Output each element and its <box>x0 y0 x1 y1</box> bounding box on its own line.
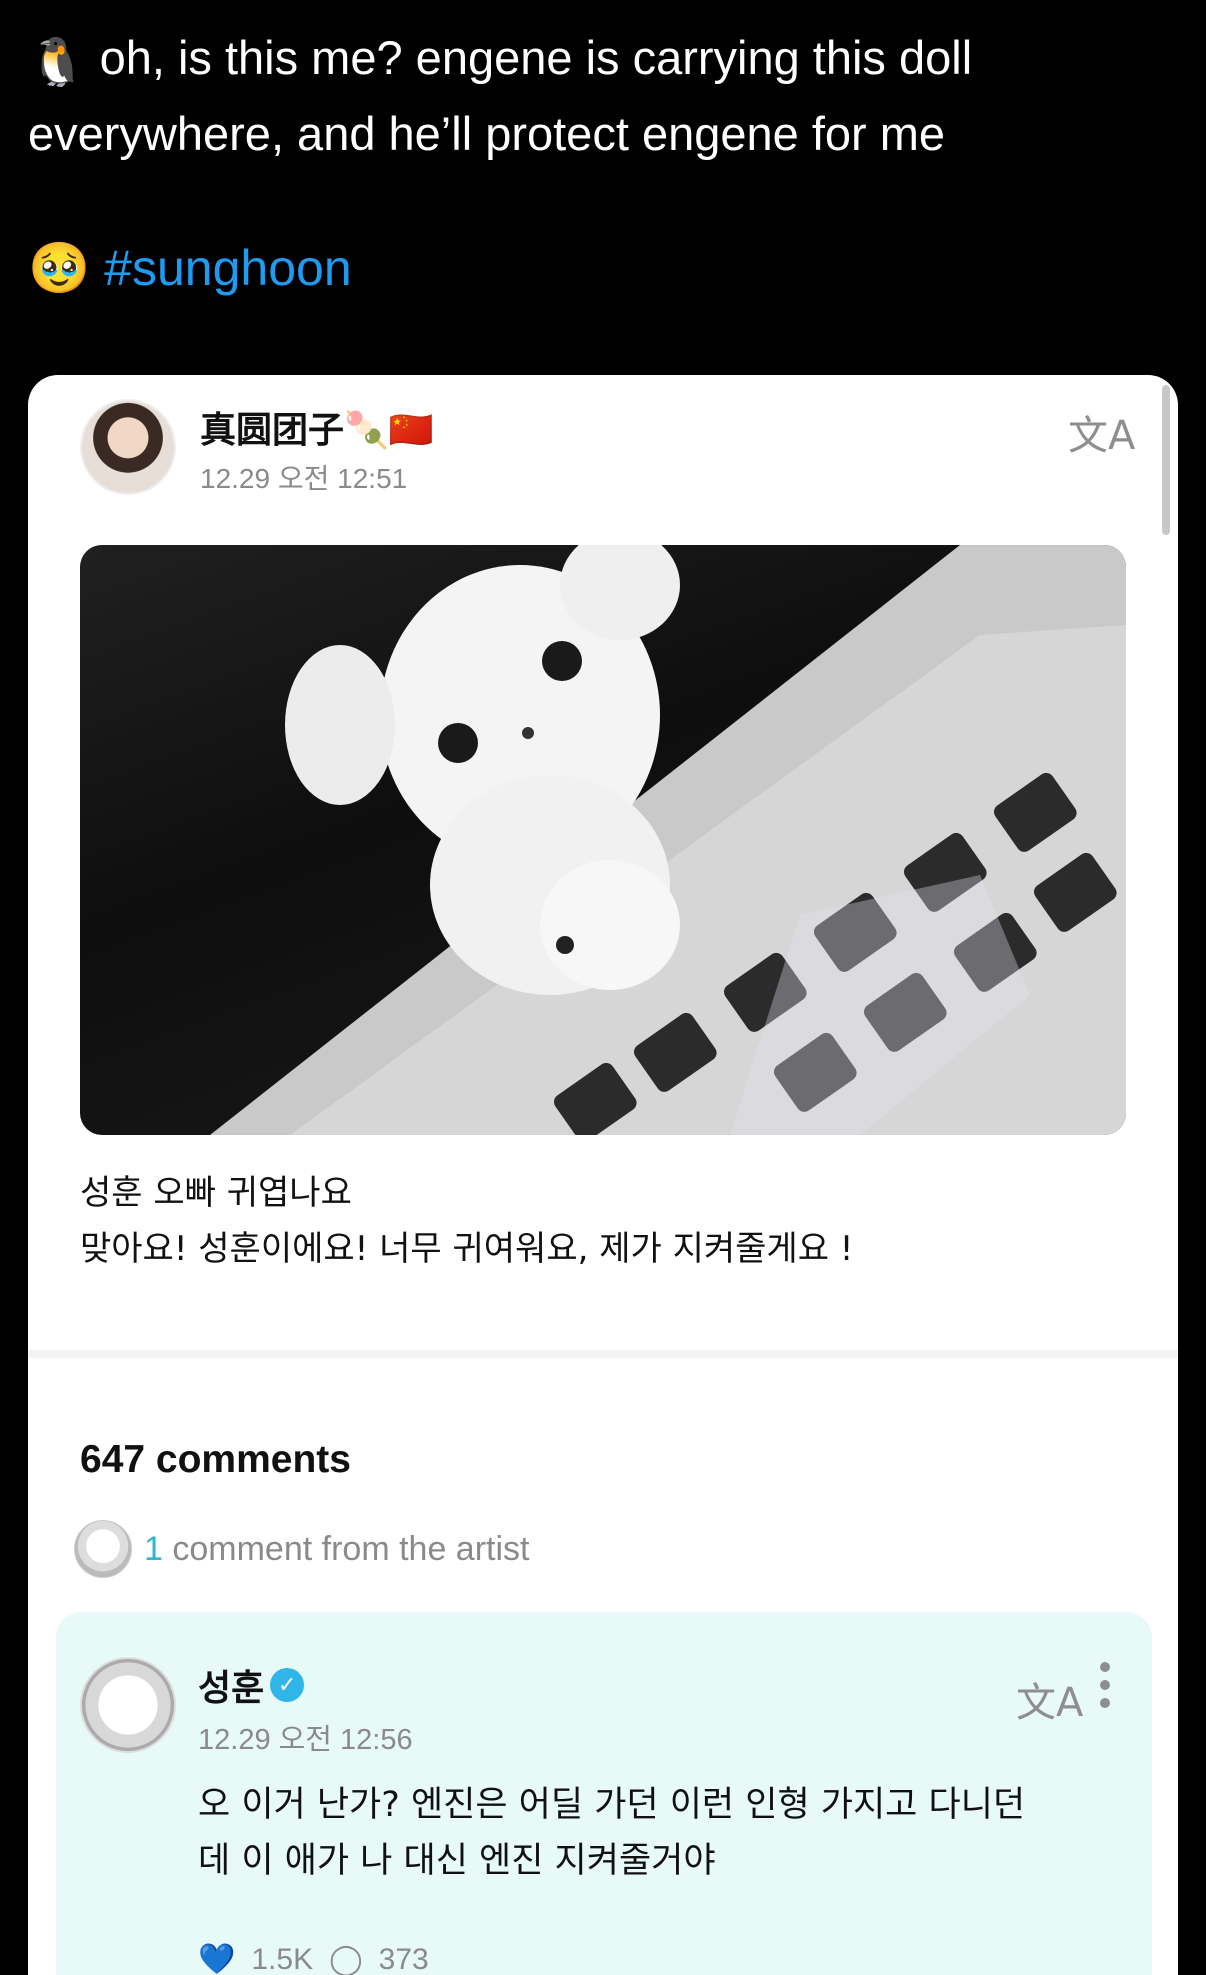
post-caption: 성훈 오빠 귀엽나요 맞아요! 성훈이에요! 너무 귀여워요, 제가 지켜줄게요… <box>80 1165 853 1277</box>
artist-comment-note: 1 comment from the artist <box>144 1530 529 1569</box>
pleading-face-icon: 🥹 <box>28 240 90 296</box>
poster-avatar[interactable] <box>80 399 176 495</box>
scrollbar[interactable] <box>1162 385 1170 535</box>
hashtag-line: 🥹 #sunghoon <box>28 232 352 304</box>
comment-stats: 💙 1.5K ◯ 373 <box>198 1942 429 1975</box>
plush-on-laptop-image <box>80 545 1126 1135</box>
artist-comment-filter[interactable]: 1 comment from the artist <box>74 1520 529 1578</box>
comments-count: 647 comments <box>80 1438 351 1482</box>
username-emojis: 🍡🇨🇳 <box>344 410 434 451</box>
comment-timestamp: 12.29 오전 12:56 <box>198 1716 413 1758</box>
comment-bubble-icon[interactable]: ◯ <box>329 1942 363 1975</box>
artist-comment: 성훈 ✓ 12.29 오전 12:56 文A 오 이거 난가? 엔진은 어딜 가… <box>56 1612 1152 1975</box>
weverse-post-card: 真圆团子🍡🇨🇳 12.29 오전 12:51 文A <box>28 375 1178 1975</box>
poster-username[interactable]: 真圆团子🍡🇨🇳 <box>200 401 434 453</box>
comment-body: 오 이거 난가? 엔진은 어딜 가던 이런 인형 가지고 다니던 데 이 애가 … <box>198 1777 1118 1889</box>
tweet-line-2: everywhere, and he’ll protect engene for… <box>28 98 1178 170</box>
artist-avatar[interactable] <box>80 1657 176 1753</box>
reply-count: 373 <box>379 1943 429 1975</box>
tweet-line-1: 🐧 oh, is this me? engene is carrying thi… <box>28 22 1178 98</box>
penguin-icon: 🐧 <box>28 26 87 98</box>
hashtag-link[interactable]: #sunghoon <box>104 240 351 296</box>
post-photo[interactable] <box>80 545 1126 1135</box>
post-timestamp: 12.29 오전 12:51 <box>200 457 407 497</box>
translate-icon[interactable]: 文A <box>1016 1670 1083 1728</box>
translate-icon[interactable]: 文A <box>1068 403 1135 461</box>
like-icon[interactable]: 💙 <box>198 1942 235 1975</box>
artist-mini-avatar <box>74 1520 132 1578</box>
more-vertical-icon[interactable] <box>1100 1662 1110 1708</box>
section-divider <box>28 1350 1178 1358</box>
artist-username[interactable]: 성훈 ✓ <box>198 1659 304 1711</box>
verified-badge-icon: ✓ <box>270 1668 304 1702</box>
tweet-text: 🐧 oh, is this me? engene is carrying thi… <box>28 22 1178 170</box>
like-count: 1.5K <box>251 1943 313 1975</box>
